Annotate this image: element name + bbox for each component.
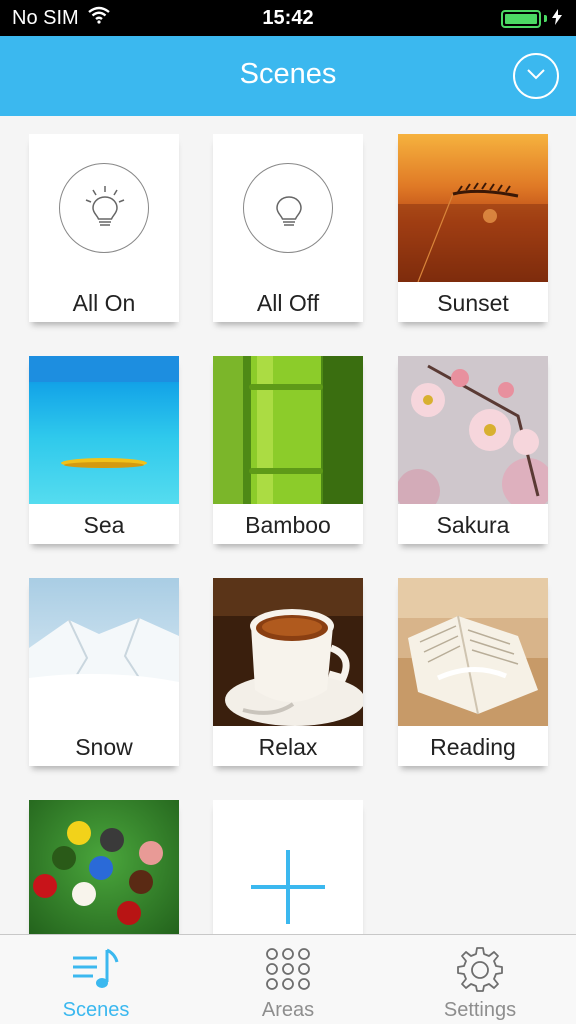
scene-label: All Off xyxy=(256,290,320,316)
bamboo-image xyxy=(213,356,363,504)
tab-label: Areas xyxy=(261,999,315,1021)
battery-icon xyxy=(501,9,562,28)
tab-label: Settings xyxy=(443,999,517,1021)
scene-tile-relax[interactable]: Relax xyxy=(213,578,363,766)
add-scene-button[interactable] xyxy=(213,800,363,934)
scene-tile-snow[interactable]: Snow xyxy=(29,578,179,766)
bulb-on-icon xyxy=(59,163,149,253)
tab-bar: Scenes Areas Settings xyxy=(0,934,576,1024)
plus-icon xyxy=(251,850,325,929)
sakura-image xyxy=(398,356,548,504)
scene-label: Bamboo xyxy=(245,512,331,538)
billiard-balls-image xyxy=(29,800,179,934)
scene-label: Relax xyxy=(258,734,318,760)
bolt-icon xyxy=(552,9,562,28)
sea-image xyxy=(29,356,179,504)
scene-tile-sea[interactable]: Sea xyxy=(29,356,179,544)
scene-label: All On xyxy=(72,290,136,316)
music-list-icon xyxy=(71,945,121,993)
dropdown-button[interactable] xyxy=(513,53,559,99)
wifi-icon xyxy=(87,6,111,30)
scene-label: Reading xyxy=(430,734,516,760)
navigation-bar: Scenes xyxy=(0,36,576,116)
grid-dots-icon xyxy=(264,945,312,993)
scene-grid: All On All Off Sunset Sea Bamboo Sakura … xyxy=(0,116,576,934)
sunset-image xyxy=(398,134,548,282)
scene-label: Sunset xyxy=(437,290,509,316)
chevron-down-icon xyxy=(526,67,546,85)
reading-image xyxy=(398,578,548,726)
scene-tile-bamboo[interactable]: Bamboo xyxy=(213,356,363,544)
tab-scenes[interactable]: Scenes xyxy=(0,935,192,1024)
scene-tile-all-off[interactable]: All Off xyxy=(213,134,363,322)
scene-tile-all-on[interactable]: All On xyxy=(29,134,179,322)
gear-icon xyxy=(456,945,504,993)
snow-image xyxy=(29,578,179,726)
bulb-off-icon xyxy=(243,163,333,253)
scene-label: Snow xyxy=(75,734,133,760)
scene-tile-reading[interactable]: Reading xyxy=(398,578,548,766)
scene-tile-sunset[interactable]: Sunset xyxy=(398,134,548,322)
scene-tile-custom[interactable] xyxy=(29,800,179,934)
tab-areas[interactable]: Areas xyxy=(192,935,384,1024)
page-title: Scenes xyxy=(239,58,337,90)
scene-label: Sea xyxy=(83,512,125,538)
scene-tile-sakura[interactable]: Sakura xyxy=(398,356,548,544)
tab-label: Scenes xyxy=(62,999,130,1021)
status-bar: No SIM 15:42 xyxy=(0,0,576,36)
tab-settings[interactable]: Settings xyxy=(384,935,576,1024)
relax-image xyxy=(213,578,363,726)
scene-label: Sakura xyxy=(436,512,510,538)
carrier-label: No SIM xyxy=(12,6,79,29)
